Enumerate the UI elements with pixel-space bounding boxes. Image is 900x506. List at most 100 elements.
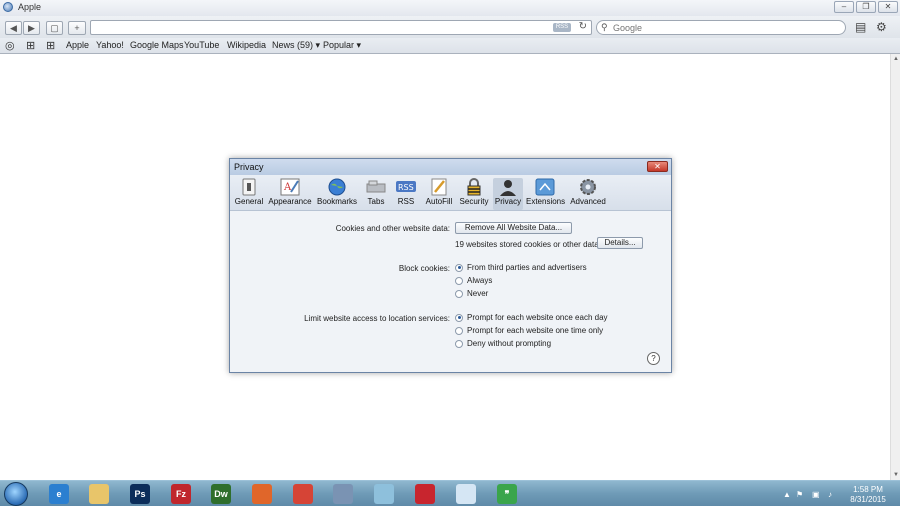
scroll-up-icon[interactable]: ▲ <box>892 56 900 62</box>
tab-privacy-label: Privacy <box>494 197 522 206</box>
bookmark-news-folder[interactable]: News (59) ▾ <box>272 40 320 51</box>
block-option-never[interactable]: Never <box>455 289 488 298</box>
option-label: Always <box>467 276 493 285</box>
svg-text:RSS: RSS <box>398 183 414 192</box>
location-option-deny[interactable]: Deny without prompting <box>455 339 551 348</box>
details-button[interactable]: Details... <box>597 237 643 249</box>
taskbar-photoshop-icon[interactable]: Ps <box>130 484 150 504</box>
network-icon[interactable]: ▣ <box>812 490 820 499</box>
tab-bookmarks[interactable]: Bookmarks <box>316 178 358 210</box>
gear-icon <box>580 179 596 195</box>
help-button[interactable]: ? <box>647 352 660 365</box>
taskbar-file-explorer-icon[interactable] <box>89 484 109 504</box>
show-all-tabs-icon[interactable]: ▢ <box>46 21 63 35</box>
scroll-down-icon[interactable]: ▼ <box>892 472 900 478</box>
taskbar-firefox-icon[interactable] <box>252 484 272 504</box>
tab-autofill-label: AutoFill <box>425 197 453 206</box>
location-option-one-time-only[interactable]: Prompt for each website one time only <box>455 326 603 335</box>
radio-button[interactable] <box>455 276 463 285</box>
start-button[interactable] <box>4 482 28 506</box>
search-input[interactable] <box>613 22 833 33</box>
privacy-preferences-dialog: Privacy ✕ General A Appearance Bookmarks… <box>229 158 672 373</box>
tab-tabs-label: Tabs <box>367 197 385 206</box>
tab-extensions[interactable]: Extensions <box>526 178 566 210</box>
vertical-scrollbar[interactable]: ▲ ▼ <box>890 54 900 480</box>
tab-appearance[interactable]: A Appearance <box>267 178 313 210</box>
radio-button[interactable] <box>455 339 463 348</box>
radio-button[interactable] <box>455 313 463 322</box>
radio-button[interactable] <box>455 326 463 335</box>
remove-all-website-data-button[interactable]: Remove All Website Data... <box>455 222 572 234</box>
radio-button[interactable] <box>455 263 463 272</box>
taskbar-safari-icon[interactable] <box>333 484 353 504</box>
tab-autofill[interactable]: AutoFill <box>424 178 454 210</box>
top-sites-grid-icon[interactable]: ⊞ <box>46 39 55 52</box>
clock-time: 1:58 PM <box>853 485 883 494</box>
bookmarks-bar: ◎ ⊞ ⊞ Apple Yahoo! Google Maps YouTube W… <box>0 38 900 54</box>
volume-icon[interactable]: ♪ <box>828 490 832 499</box>
tab-advanced[interactable]: Advanced <box>569 178 607 210</box>
forward-arrow-icon[interactable]: ▶ <box>23 21 40 35</box>
block-cookies-label: Block cookies: <box>398 264 450 273</box>
minimize-button[interactable]: – <box>834 1 854 13</box>
radio-button[interactable] <box>455 289 463 298</box>
browser-toolbar: ◀ ▶ ▢ + RSS ↻ ⚲ ▤ ⚙ <box>0 16 900 38</box>
tab-tabs[interactable]: Tabs <box>363 178 389 210</box>
dialog-title: Privacy <box>234 162 264 172</box>
bookmark-apple[interactable]: Apple <box>66 40 89 50</box>
window-title: Apple <box>18 2 42 12</box>
dialog-titlebar: Privacy ✕ <box>230 159 671 175</box>
option-label: Never <box>467 289 489 298</box>
location-option-once-each-day[interactable]: Prompt for each website once each day <box>455 313 608 322</box>
restore-button[interactable]: ❐ <box>856 1 876 13</box>
page-menu-icon[interactable]: ▤ <box>855 20 866 34</box>
tab-security[interactable]: Security <box>459 178 489 210</box>
taskbar-filezilla-icon[interactable]: Fz <box>171 484 191 504</box>
reload-icon[interactable]: ↻ <box>579 21 587 32</box>
reading-list-icon[interactable]: ◎ <box>5 39 15 52</box>
address-bar[interactable]: RSS ↻ <box>90 20 592 35</box>
pencil-icon <box>431 178 447 196</box>
cookies-label: Cookies and other website data: <box>335 224 450 233</box>
option-label: Prompt for each website once each day <box>467 313 608 322</box>
back-arrow-icon[interactable]: ◀ <box>5 21 22 35</box>
new-tab-icon[interactable]: + <box>68 21 86 35</box>
settings-gear-icon[interactable]: ⚙ <box>876 20 887 34</box>
show-hidden-icons-icon[interactable]: ▲ <box>783 490 791 499</box>
bookmark-wikipedia[interactable]: Wikipedia <box>227 40 266 50</box>
close-window-button[interactable]: ✕ <box>878 1 898 13</box>
tab-bookmarks-label: Bookmarks <box>316 197 357 206</box>
clock-date: 8/31/2015 <box>850 495 886 504</box>
safari-app-icon <box>3 2 13 12</box>
taskbar-internet-explorer-icon[interactable]: e <box>49 484 69 504</box>
taskbar-document-icon[interactable] <box>456 484 476 504</box>
bookmark-youtube[interactable]: YouTube <box>184 40 219 50</box>
taskbar-notepad-icon[interactable] <box>374 484 394 504</box>
dialog-close-button[interactable]: ✕ <box>647 161 668 172</box>
action-center-flag-icon[interactable]: ⚑ <box>796 490 803 499</box>
tab-security-label: Security <box>459 197 489 206</box>
taskbar-media-icon[interactable] <box>415 484 435 504</box>
rss-badge[interactable]: RSS <box>553 23 571 32</box>
option-label: Prompt for each website one time only <box>467 326 604 335</box>
search-field[interactable]: ⚲ <box>596 20 846 35</box>
tab-extensions-label: Extensions <box>526 197 566 206</box>
bookmark-yahoo[interactable]: Yahoo! <box>96 40 124 50</box>
system-clock[interactable]: 1:58 PM 8/31/2015 <box>846 485 890 505</box>
tab-rss[interactable]: RSS RSS <box>394 178 418 210</box>
block-option-always[interactable]: Always <box>455 276 492 285</box>
taskbar-chrome-icon[interactable] <box>293 484 313 504</box>
bookmark-google-maps[interactable]: Google Maps <box>130 40 184 50</box>
rss-icon: RSS <box>396 181 416 192</box>
window-titlebar: Apple – ❐ ✕ <box>0 0 900 16</box>
bookmark-popular-folder[interactable]: Popular ▾ <box>323 40 361 51</box>
bookmarks-book-icon[interactable]: ⊞ <box>26 39 35 52</box>
taskbar-dreamweaver-icon[interactable]: Dw <box>211 484 231 504</box>
globe-icon <box>328 178 346 196</box>
tab-privacy[interactable]: Privacy <box>493 178 523 210</box>
tab-general[interactable]: General <box>233 178 265 210</box>
taskbar-hangouts-icon[interactable]: ❞ <box>497 484 517 504</box>
block-option-third-parties[interactable]: From third parties and advertisers <box>455 263 587 272</box>
stored-websites-info: 19 websites stored cookies or other data <box>455 240 599 249</box>
window-controls: – ❐ ✕ <box>834 1 898 13</box>
